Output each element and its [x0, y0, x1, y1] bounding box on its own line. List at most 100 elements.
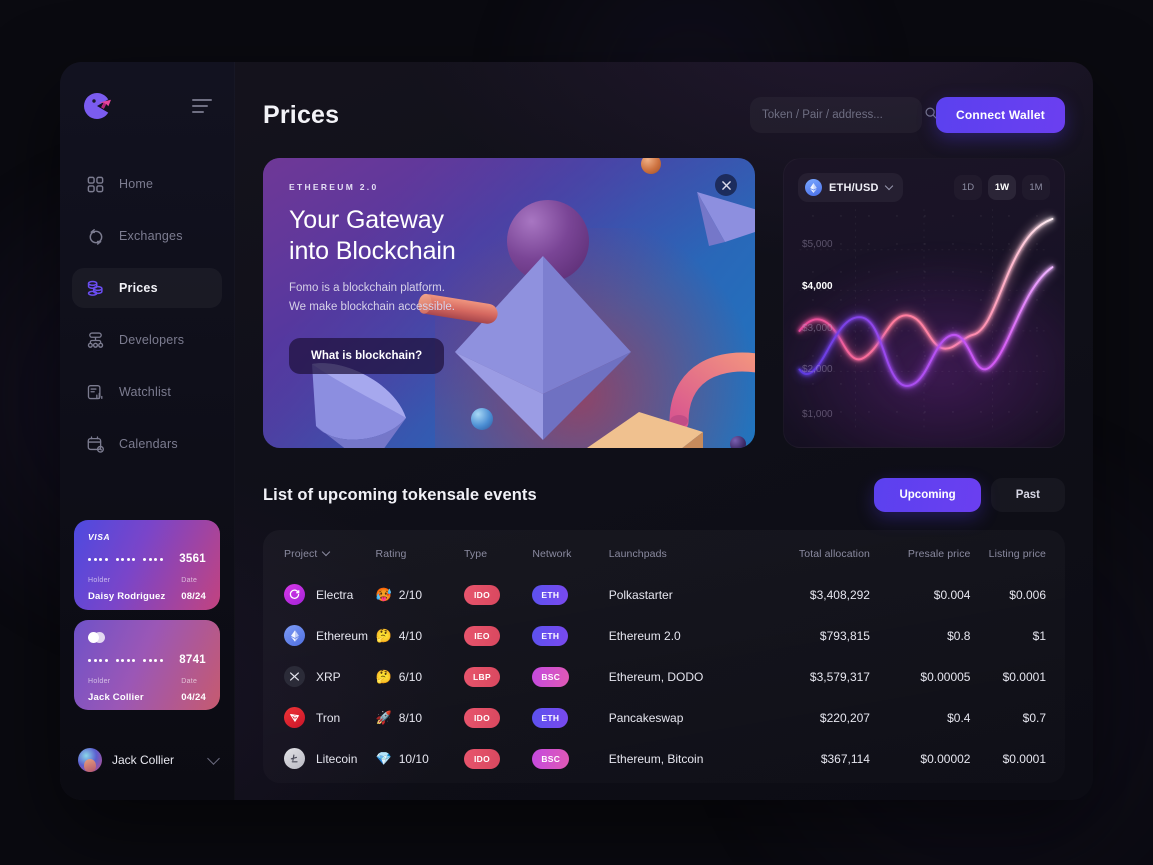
network-badge: ETH	[532, 707, 569, 728]
rating-value: 4/10	[398, 628, 423, 643]
litecoin-icon	[284, 748, 305, 769]
table-row[interactable]: Tron 🚀 8/10 IDO ETH Pancakeswap $220,207…	[263, 697, 1065, 738]
table-row[interactable]: XRP 🤔 6/10 LBP BSC Ethereum, DODO $3,579…	[263, 656, 1065, 697]
column-header-presale-price[interactable]: Presale price	[870, 530, 971, 574]
search-box[interactable]	[749, 97, 937, 133]
list-section-title: List of upcoming tokensale events	[263, 485, 537, 504]
project-name: Ethereum	[316, 628, 369, 643]
card-last4: 3561	[179, 553, 206, 565]
tab-upcoming[interactable]: Upcoming	[874, 478, 981, 512]
card-last4: 8741	[179, 654, 206, 666]
hero-banner: ETHEREUM 2.0 Your Gateway into Blockchai…	[263, 158, 755, 448]
sidebar-item-label: Calendars	[119, 437, 178, 451]
rating-emoji: 🚀	[375, 710, 392, 725]
cell-project: Electra	[263, 574, 376, 615]
hero-subtitle-line1: Fomo is a blockchain platform.	[289, 282, 445, 294]
sidebar-nav: Home Exchanges Prices Developers Watchli…	[60, 164, 234, 464]
what-is-blockchain-button[interactable]: What is blockchain?	[289, 338, 445, 375]
column-header-launchpads[interactable]: Launchpads	[609, 530, 760, 574]
grid-icon	[86, 175, 105, 194]
network-badge: BSC	[532, 748, 570, 769]
column-header-rating[interactable]: Rating	[376, 530, 464, 574]
hero-title-line1: Your Gateway	[289, 206, 444, 234]
cone-right-3d	[695, 186, 755, 271]
cell-total-allocation: $3,408,292	[809, 587, 870, 602]
card-holder-value: Daisy Rodriguez	[88, 591, 166, 602]
chevron-down-icon[interactable]	[884, 181, 893, 191]
cell-listing-price: $0.0001	[1002, 751, 1046, 766]
price-chart-panel: ETH/USD 1D 1W 1M $5,000 $4,000 $3,000 $2…	[783, 158, 1065, 448]
hero-title: Your Gateway into Blockchain	[289, 205, 549, 266]
card-date-label: Date	[181, 577, 198, 584]
sidebar-item-exchanges[interactable]: Exchanges	[72, 216, 222, 256]
pair-selector[interactable]: ETH/USD	[798, 173, 903, 202]
sidebar-header	[60, 62, 234, 122]
cell-network: ETH	[532, 697, 608, 738]
hero-kicker: ETHEREUM 2.0	[289, 182, 379, 192]
network-badge: ETH	[532, 625, 569, 646]
tab-past[interactable]: Past	[990, 478, 1065, 512]
rating-emoji: 🤔	[375, 628, 392, 643]
electra-icon	[284, 584, 305, 605]
cell-network: ETH	[532, 615, 608, 656]
table-header-row: Project Rating Type Network Launchpads T…	[263, 530, 1065, 574]
chevron-down-icon[interactable]	[322, 547, 331, 557]
timeframe-1m[interactable]: 1M	[1022, 175, 1050, 200]
close-icon	[721, 180, 731, 190]
sidebar-item-prices[interactable]: Prices	[72, 268, 222, 308]
chevron-down-icon[interactable]	[207, 751, 220, 765]
cell-type: LBP	[463, 656, 532, 697]
sidebar-item-label: Developers	[119, 333, 185, 347]
hero-close-button[interactable]	[715, 174, 737, 196]
sidebar-item-watchlist[interactable]: Watchlist	[72, 372, 222, 412]
column-header-network[interactable]: Network	[532, 530, 608, 574]
fomo-logo[interactable]	[82, 90, 114, 122]
list-section-header: List of upcoming tokensale events Upcomi…	[263, 478, 1065, 512]
table-row[interactable]: Electra 🥵 2/10 IDO ETH Polkastarter $3,4…	[263, 574, 1065, 615]
sidebar: Home Exchanges Prices Developers Watchli…	[60, 62, 235, 800]
rating-value: 10/10	[398, 751, 429, 766]
sidebar-item-calendars[interactable]: Calendars	[72, 424, 222, 464]
card-masked-number	[88, 557, 163, 561]
project-name: Tron	[316, 710, 341, 725]
user-profile[interactable]: Jack Collier	[78, 748, 220, 772]
ethereum-icon	[805, 179, 822, 196]
cell-total-allocation: $793,815	[819, 628, 870, 643]
hamburger-icon[interactable]	[192, 99, 212, 113]
timeframe-1d[interactable]: 1D	[954, 175, 982, 200]
table-row[interactable]: Litecoin 💎 10/10 IDO BSC Ethereum, Bitco…	[263, 738, 1065, 779]
sphere-dark	[730, 436, 746, 448]
y-axis-label-1000: $1,000	[802, 409, 833, 420]
column-header-listing-price[interactable]: Listing price	[970, 530, 1065, 574]
cell-presale-price: $0.8	[947, 628, 971, 643]
payment-card[interactable]: 8741 Holder Jack Collier Date 04/24	[74, 620, 220, 710]
list-tabs: Upcoming Past	[874, 478, 1065, 512]
payment-cards: VISA 3561 Holder Daisy Rodriguez Date 08…	[74, 520, 220, 720]
column-header-type[interactable]: Type	[464, 530, 532, 574]
search-input[interactable]	[761, 109, 916, 121]
cell-presale-price: $0.004	[933, 587, 971, 602]
sidebar-item-home[interactable]: Home	[72, 164, 222, 204]
payment-card[interactable]: VISA 3561 Holder Daisy Rodriguez Date 08…	[74, 520, 220, 610]
cell-listing-price: $1	[1032, 628, 1046, 643]
column-header-total-allocation[interactable]: Total allocation	[759, 530, 870, 574]
cell-project: Ethereum	[263, 615, 376, 656]
table-body: Electra 🥵 2/10 IDO ETH Polkastarter $3,4…	[263, 574, 1065, 779]
cell-launchpads: Ethereum 2.0	[608, 628, 681, 643]
cell-total-allocation: $3,579,317	[809, 669, 870, 684]
ethereum-icon	[284, 625, 305, 646]
cell-network: BSC	[532, 656, 608, 697]
card-brand-visa: VISA	[88, 532, 111, 542]
profile-name: Jack Collier	[112, 753, 175, 767]
column-header-project[interactable]: Project	[263, 530, 376, 574]
avatar	[78, 748, 102, 772]
card-holder-label: Holder	[88, 577, 111, 584]
cell-network: BSC	[532, 738, 608, 779]
card-holder-label: Holder	[88, 678, 111, 685]
y-axis-label-5000: $5,000	[802, 239, 833, 250]
connect-wallet-button[interactable]: Connect Wallet	[935, 97, 1065, 133]
sidebar-item-developers[interactable]: Developers	[72, 320, 222, 360]
sidebar-item-label: Home	[119, 177, 154, 191]
table-row[interactable]: Ethereum 🤔 4/10 IEO ETH Ethereum 2.0 $79…	[263, 615, 1065, 656]
timeframe-1w[interactable]: 1W	[988, 175, 1016, 200]
